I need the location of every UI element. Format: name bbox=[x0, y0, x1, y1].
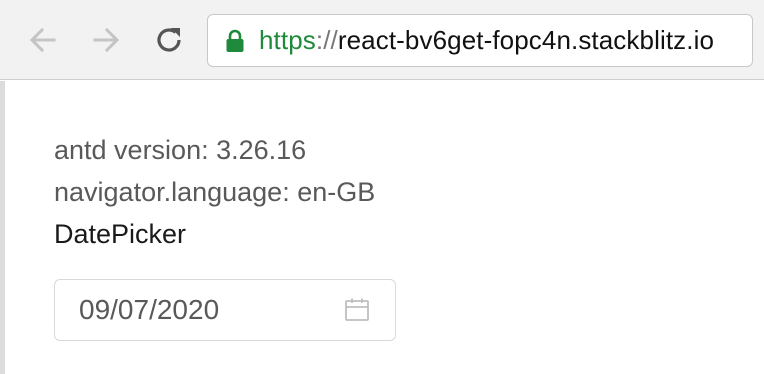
arrow-left-icon bbox=[29, 27, 56, 53]
browser-toolbar: https://react-bv6get-fopc4n.stackblitz.i… bbox=[0, 0, 764, 80]
antd-version-text: antd version: 3.26.16 bbox=[54, 135, 307, 165]
reload-button[interactable] bbox=[151, 22, 187, 58]
url-separator: :// bbox=[315, 25, 338, 55]
forward-button[interactable] bbox=[88, 22, 124, 58]
component-label: DatePicker bbox=[54, 219, 187, 249]
date-value[interactable]: 09/07/2020 bbox=[79, 294, 343, 326]
date-picker-input[interactable]: 09/07/2020 bbox=[54, 279, 396, 341]
page-left-border bbox=[0, 81, 5, 374]
lock-icon bbox=[225, 29, 245, 53]
arrow-right-icon bbox=[93, 27, 120, 53]
url-scheme: https bbox=[259, 25, 316, 55]
address-bar[interactable]: https://react-bv6get-fopc4n.stackblitz.i… bbox=[207, 14, 753, 67]
url-host: react-bv6get-fopc4n.stackblitz.io bbox=[337, 25, 715, 55]
navigator-language-text: navigator.language: en-GB bbox=[54, 177, 376, 207]
back-button[interactable] bbox=[25, 22, 61, 58]
calendar-icon[interactable] bbox=[343, 296, 371, 324]
reload-icon bbox=[157, 28, 181, 52]
url-text[interactable]: https://react-bv6get-fopc4n.stackblitz.i… bbox=[259, 25, 722, 56]
